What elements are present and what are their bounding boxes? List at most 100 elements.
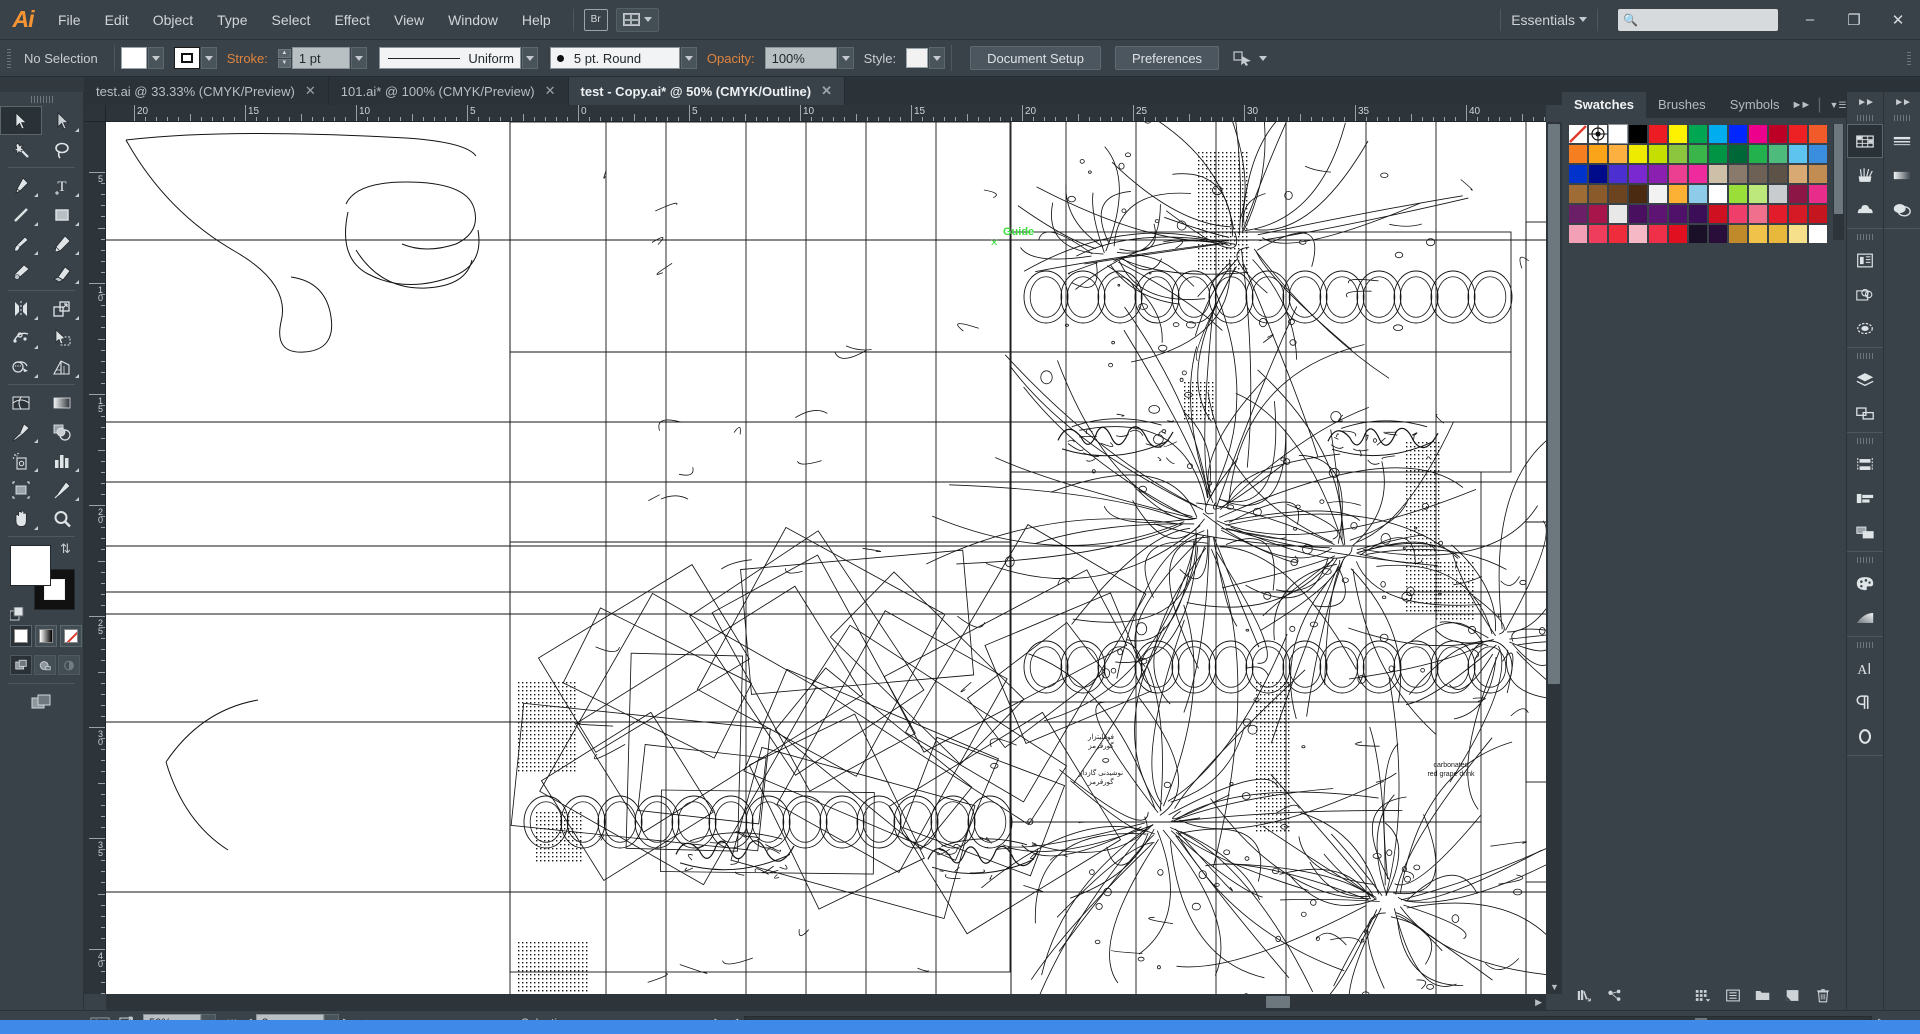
perspective-grid-tool[interactable]	[42, 352, 84, 381]
tab-brushes[interactable]: Brushes	[1646, 92, 1718, 118]
swatch-cell[interactable]	[1608, 184, 1628, 204]
rail-gripper[interactable]	[1847, 350, 1883, 362]
swatch-cell[interactable]	[1788, 144, 1808, 164]
graphic-style-swatch[interactable]	[906, 48, 929, 68]
rail-gripper[interactable]	[1847, 231, 1883, 243]
stroke-weight-input[interactable]: 1 pt	[291, 47, 350, 69]
brushes-icon[interactable]	[1847, 158, 1883, 192]
stroke-weight-dropdown[interactable]	[350, 47, 367, 69]
paragraph-icon[interactable]	[1847, 685, 1883, 719]
brush-definition-select[interactable]: 5 pt. Round	[549, 47, 680, 69]
menu-type[interactable]: Type	[205, 0, 259, 40]
control-bar-gripper[interactable]	[4, 46, 14, 70]
swatch-cell[interactable]	[1768, 144, 1788, 164]
vertical-ruler[interactable]: 510152025303540	[84, 122, 106, 994]
close-button[interactable]: ✕	[1876, 0, 1920, 40]
swatch-cell[interactable]	[1608, 224, 1628, 244]
swatch-cell[interactable]	[1748, 164, 1768, 184]
swatch-cell[interactable]	[1668, 184, 1688, 204]
restore-button[interactable]: ❐	[1832, 0, 1876, 40]
artboards-icon[interactable]	[1847, 396, 1883, 430]
show-swatch-kinds-menu-icon[interactable]	[1688, 982, 1718, 1008]
stroke-profile-dropdown[interactable]	[521, 47, 538, 69]
hand-tool[interactable]	[0, 504, 42, 533]
close-icon[interactable]: ✕	[821, 83, 832, 99]
rail-gripper[interactable]	[1847, 639, 1883, 651]
fill-color-swatch[interactable]	[120, 47, 147, 69]
scroll-down-icon[interactable]: ▼	[1550, 982, 1559, 992]
swatch-cell[interactable]	[1628, 224, 1648, 244]
minimize-button[interactable]: –	[1788, 0, 1832, 40]
full-screen-mode-button[interactable]	[58, 655, 80, 675]
eraser-tool[interactable]	[42, 258, 84, 287]
swatch-cell[interactable]	[1568, 144, 1588, 164]
swatch-cell[interactable]	[1808, 184, 1828, 204]
layers-icon[interactable]	[1847, 362, 1883, 396]
arrange-documents-button[interactable]	[615, 7, 659, 32]
swatch-cell[interactable]	[1748, 204, 1768, 224]
toolbar-gripper[interactable]	[0, 92, 83, 106]
swatch-cell[interactable]	[1608, 204, 1628, 224]
swatch-cell[interactable]	[1708, 224, 1728, 244]
swatch-cell[interactable]	[1568, 204, 1588, 224]
character-icon[interactable]: A	[1847, 651, 1883, 685]
swatch-cell[interactable]	[1668, 164, 1688, 184]
swatch-cell[interactable]	[1688, 164, 1708, 184]
type-tool[interactable]: T	[42, 171, 84, 200]
swatch-cell[interactable]	[1688, 144, 1708, 164]
menu-select[interactable]: Select	[260, 0, 323, 40]
horizontal-ruler[interactable]: 20 15 10 5 0 5 10 15 20 25 30 35 40	[106, 105, 1546, 122]
opacity-dropdown[interactable]	[837, 47, 854, 69]
swatch-cell[interactable]	[1808, 204, 1828, 224]
collapse-panel-icon[interactable]: ►►	[1792, 99, 1812, 111]
swatch-cell[interactable]	[1728, 204, 1748, 224]
swatch-cell[interactable]	[1628, 204, 1648, 224]
swatch-cell[interactable]	[1808, 124, 1828, 144]
rail-gripper[interactable]	[1847, 435, 1883, 447]
free-transform-tool[interactable]	[42, 323, 84, 352]
gradient-tool[interactable]	[42, 388, 84, 417]
swatch-cell[interactable]	[1708, 144, 1728, 164]
swatch-cell[interactable]	[1628, 164, 1648, 184]
menu-help[interactable]: Help	[510, 0, 563, 40]
fill-swatch-large[interactable]	[10, 545, 51, 586]
links-icon[interactable]	[1847, 277, 1883, 311]
swap-fill-stroke-icon[interactable]: ⇅	[60, 541, 71, 557]
width-tool[interactable]	[0, 323, 42, 352]
swatch-cell[interactable]	[1748, 124, 1768, 144]
swatch-cell[interactable]	[1568, 184, 1588, 204]
swatch-cell[interactable]	[1808, 144, 1828, 164]
swatch-cell[interactable]	[1588, 184, 1608, 204]
swatch-cell[interactable]	[1768, 124, 1788, 144]
swatch-options-icon[interactable]	[1718, 982, 1748, 1008]
slice-tool[interactable]	[42, 475, 84, 504]
stroke-color-swatch[interactable]	[173, 47, 200, 69]
swatch-cell[interactable]	[1748, 144, 1768, 164]
canvas-viewport[interactable]: Guide ✕ carbonated red grape drink فوقلیت…	[106, 122, 1546, 994]
artboard-tool[interactable]	[0, 475, 42, 504]
menu-effect[interactable]: Effect	[322, 0, 382, 40]
horizontal-scrollbar[interactable]: ▶	[106, 994, 1546, 1010]
change-screen-mode-button[interactable]	[0, 687, 83, 717]
tab-symbols[interactable]: Symbols	[1718, 92, 1792, 118]
search-input[interactable]: 🔍	[1618, 8, 1778, 31]
scale-tool[interactable]	[42, 294, 84, 323]
close-icon[interactable]: ✕	[305, 83, 316, 99]
paintbrush-tool[interactable]	[0, 229, 42, 258]
swatch-cell[interactable]	[1668, 144, 1688, 164]
swatch-cell[interactable]	[1728, 164, 1748, 184]
delete-swatch-icon[interactable]	[1808, 982, 1838, 1008]
pencil-tool[interactable]	[42, 229, 84, 258]
line-segment-tool[interactable]	[0, 200, 42, 229]
eyedropper-tool[interactable]	[0, 417, 42, 446]
swatch-cell[interactable]	[1648, 164, 1668, 184]
swatch-cell[interactable]	[1648, 124, 1668, 144]
stroke-icon[interactable]	[1884, 124, 1920, 158]
menu-view[interactable]: View	[382, 0, 436, 40]
swatch-cell[interactable]	[1648, 184, 1668, 204]
stroke-profile-select[interactable]: Uniform	[378, 47, 521, 69]
menu-window[interactable]: Window	[436, 0, 510, 40]
swatches-scrollbar-thumb[interactable]	[1834, 124, 1843, 214]
panel-menu-icon[interactable]: ▼☰	[1829, 100, 1846, 111]
swatch-cell[interactable]	[1648, 204, 1668, 224]
